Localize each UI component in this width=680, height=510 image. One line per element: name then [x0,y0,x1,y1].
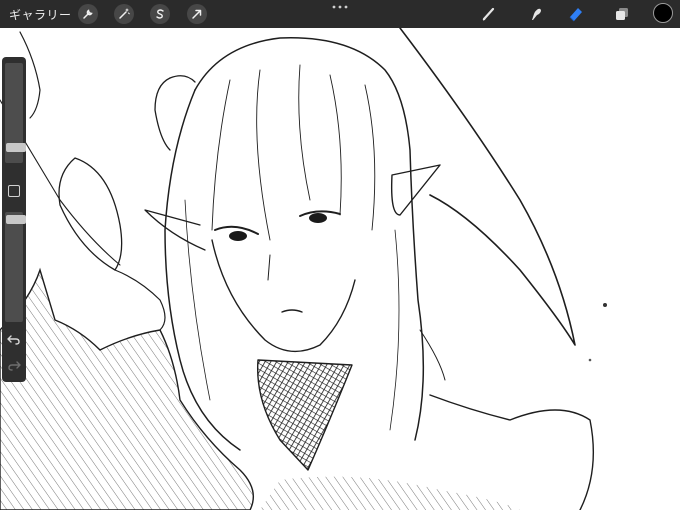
color-picker-button[interactable] [653,3,673,23]
redo-icon[interactable] [7,359,21,373]
opacity-slider[interactable] [5,212,26,322]
magic-wand-icon[interactable] [114,4,134,24]
modify-button[interactable] [8,185,20,197]
sketch-artwork [0,28,607,510]
more-options-icon[interactable] [331,4,349,10]
brush-size-slider[interactable] [5,63,26,163]
gallery-button[interactable]: ギャラリー [9,6,72,23]
brush-size-thumb[interactable] [6,143,26,152]
eraser-icon[interactable] [566,4,586,24]
layers-icon[interactable] [612,4,632,24]
undo-icon[interactable] [7,333,21,347]
opacity-thumb[interactable] [6,215,26,224]
brush-sidebar [2,57,26,382]
wrench-icon[interactable] [78,4,98,24]
top-toolbar: ギャラリー [0,0,680,28]
selection-s-icon[interactable] [150,4,170,24]
drawing-canvas[interactable] [0,28,680,510]
transform-arrow-icon[interactable] [187,4,207,24]
smudge-icon[interactable] [526,4,546,24]
brush-icon[interactable] [479,4,499,24]
